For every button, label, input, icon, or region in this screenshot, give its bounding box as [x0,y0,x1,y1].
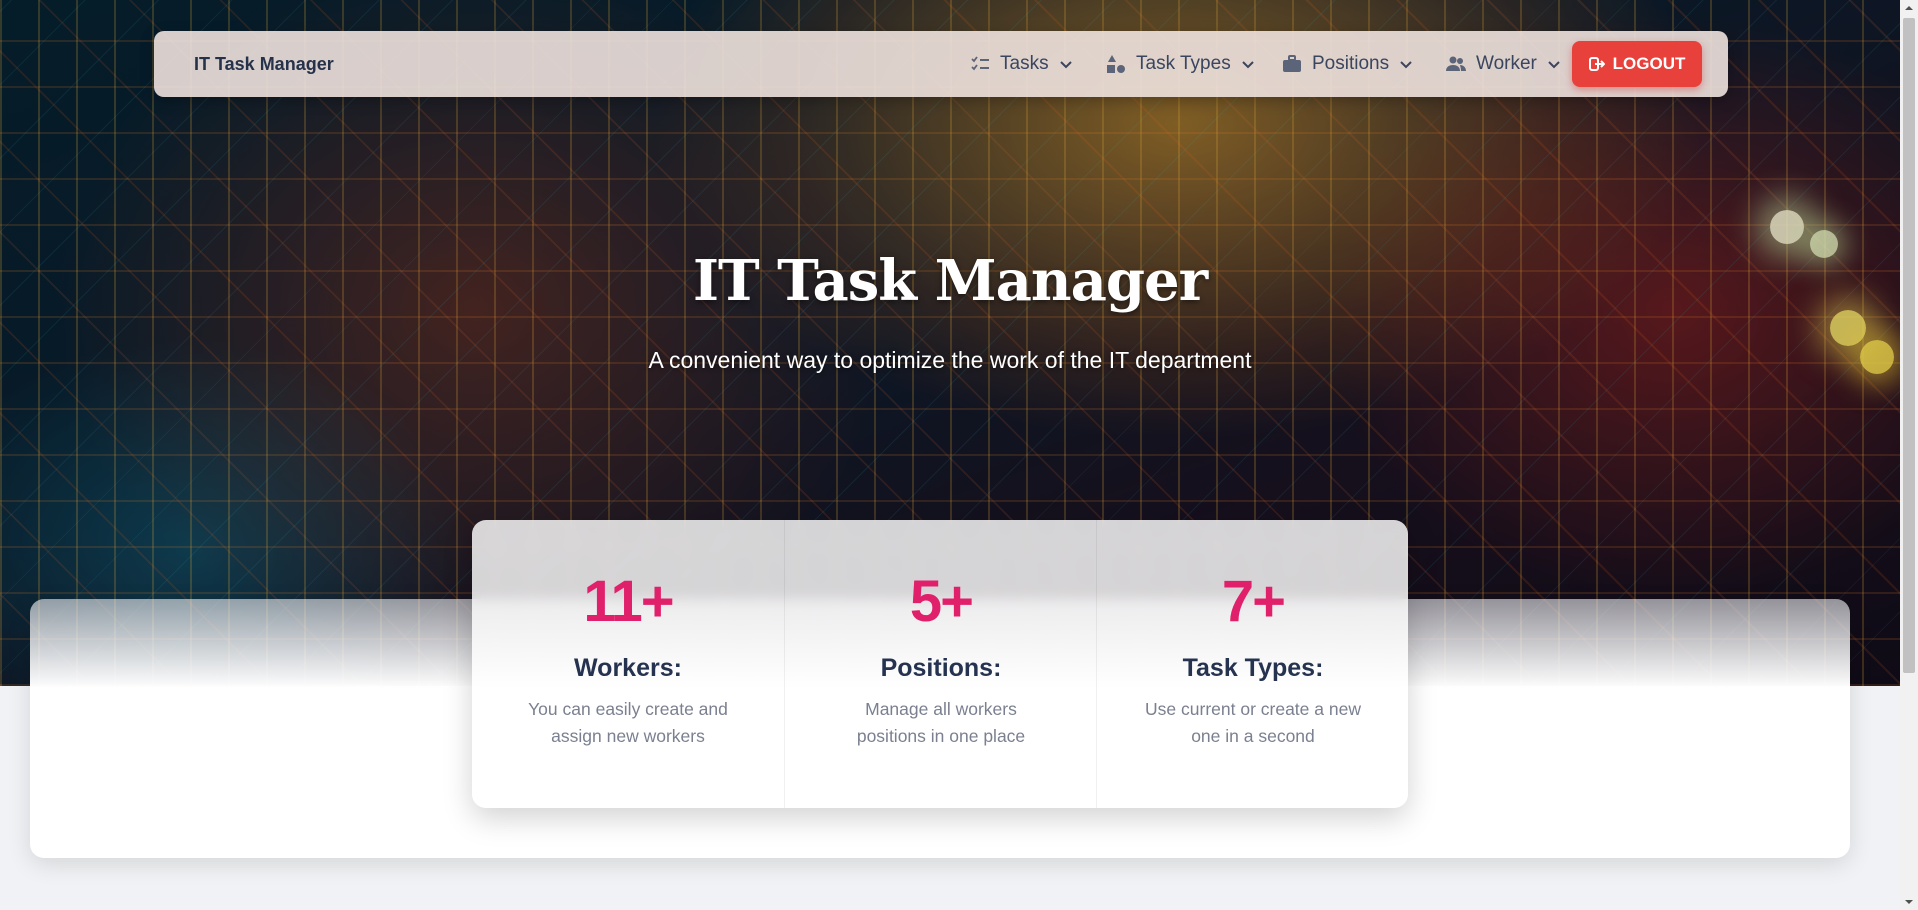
stat-description: Manage all workers positions in one plac… [856,699,1026,746]
scroll-up-arrow-icon[interactable] [1900,0,1918,16]
brand-link[interactable]: IT Task Manager [194,31,334,97]
stat-description: Use current or create a new one in a sec… [1145,699,1361,746]
nav-tasks-label: Tasks [1000,53,1049,74]
stat-positions: 5+ Positions: Manage all workers positio… [784,520,1097,808]
stat-workers: 11+ Workers: You can easily create and a… [472,520,784,808]
stats-card: 11+ Workers: You can easily create and a… [472,520,1408,808]
chevron-down-icon [1241,61,1254,69]
stat-description: You can easily create and assign new wor… [528,699,728,746]
checklist-icon [971,56,989,71]
nav-task-types-label: Task Types [1136,53,1231,74]
nav-task-types-dropdown[interactable]: Task Types [1106,31,1255,97]
logout-button[interactable]: LOGOUT [1572,41,1702,87]
stat-label: Workers: [574,654,682,682]
stat-number: 5+ [909,569,974,634]
nav-worker-dropdown[interactable]: Worker [1446,31,1561,97]
users-icon [1446,56,1466,71]
stat-number: 7+ [1221,569,1286,634]
chevron-down-icon [1548,61,1560,69]
briefcase-icon [1283,55,1301,72]
chevron-down-icon [1059,61,1072,69]
vertical-scrollbar[interactable] [1900,0,1918,910]
nav-worker-label: Worker [1476,53,1537,74]
page: IT Task Manager A convenient way to opti… [0,0,1900,910]
hero-subtitle: A convenient way to optimize the work of… [648,347,1252,373]
stat-number: 11+ [583,569,674,634]
shapes-icon [1107,55,1125,73]
logout-label: LOGOUT [1612,54,1686,73]
logout-icon [1588,57,1605,71]
nav-positions-label: Positions [1312,53,1390,74]
nav-tasks-dropdown[interactable]: Tasks [970,31,1073,97]
scroll-down-arrow-icon[interactable] [1900,894,1918,910]
chevron-down-icon [1400,61,1412,69]
stat-label: Task Types: [1182,654,1324,682]
navbar: IT Task Manager Tasks Task Types Positio… [154,31,1728,97]
hero-title: IT Task Manager [692,248,1208,314]
stat-task-types: 7+ Task Types: Use current or create a n… [1096,520,1409,808]
scrollbar-thumb[interactable] [1903,18,1915,673]
nav-positions-dropdown[interactable]: Positions [1282,31,1413,97]
stat-label: Positions: [880,654,1002,682]
